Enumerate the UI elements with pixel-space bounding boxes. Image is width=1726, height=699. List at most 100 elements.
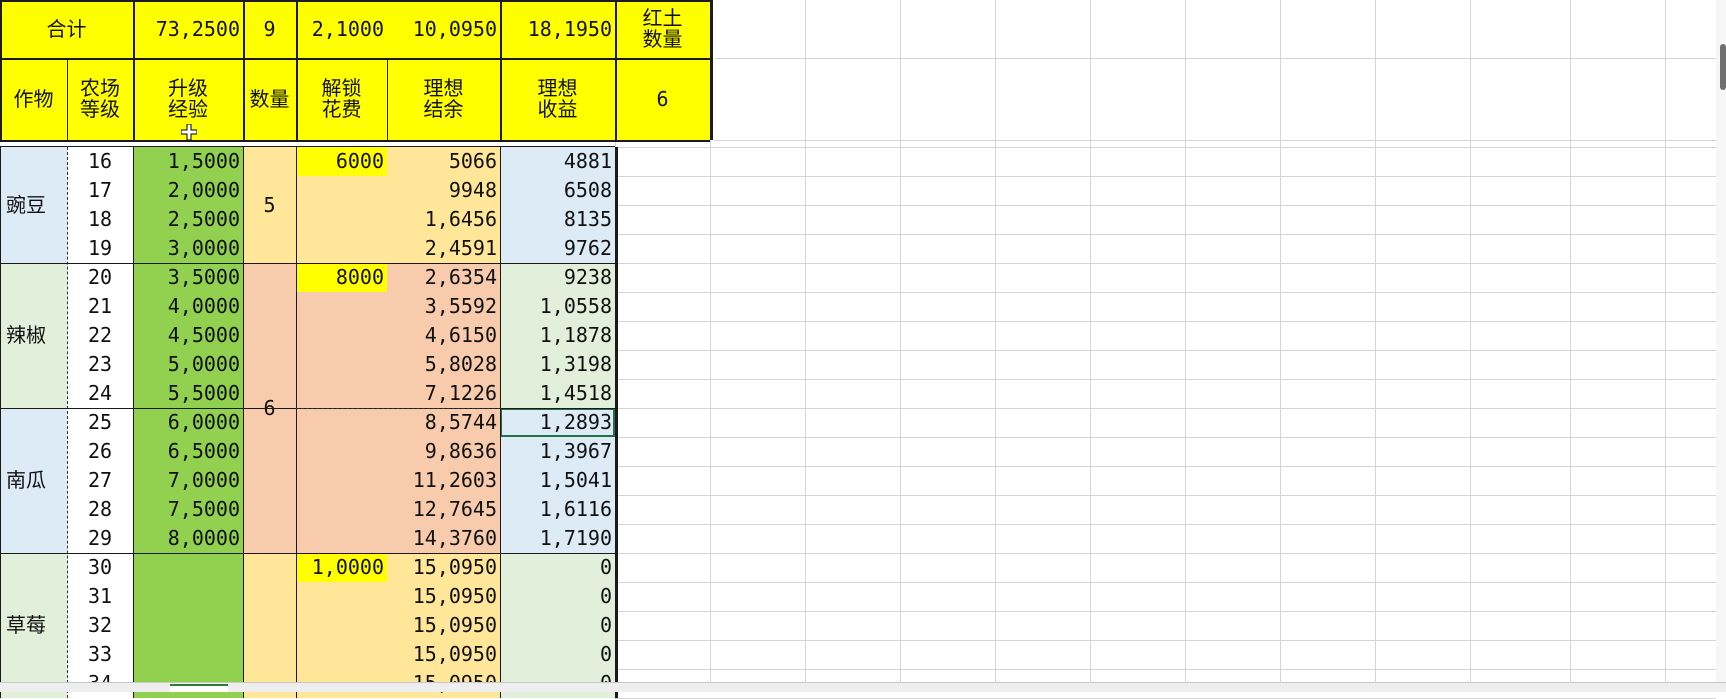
- farm-level-cell[interactable]: 17: [67, 176, 133, 205]
- farm-level-cell[interactable]: 19: [67, 234, 133, 263]
- vertical-scrollbar-track[interactable]: [1716, 0, 1726, 682]
- upgrade-exp-cell[interactable]: [133, 553, 243, 582]
- header-ideal-surplus[interactable]: 理想 结余: [387, 58, 500, 140]
- farm-level-cell[interactable]: 16: [67, 147, 133, 176]
- upgrade-exp-cell[interactable]: 5,0000: [133, 350, 243, 379]
- ideal-surplus-cell[interactable]: 7,1226: [387, 379, 500, 408]
- summary-unlock-total[interactable]: 2,1000: [296, 0, 387, 58]
- upgrade-exp-cell[interactable]: 7,0000: [133, 466, 243, 495]
- ideal-profit-cell[interactable]: 1,3967: [500, 437, 615, 466]
- farm-level-cell[interactable]: 18: [67, 205, 133, 234]
- unlock-cost-cell[interactable]: [296, 640, 387, 669]
- unlock-cost-cell[interactable]: [296, 379, 387, 408]
- farm-level-cell[interactable]: 30: [67, 553, 133, 582]
- ideal-profit-cell[interactable]: 0: [500, 611, 615, 640]
- header-farm-level[interactable]: 农场 等级: [67, 58, 133, 140]
- summary-profit-total[interactable]: 18,1950: [500, 0, 615, 58]
- unlock-cost-cell[interactable]: [296, 321, 387, 350]
- quantity-cell[interactable]: [243, 553, 296, 698]
- ideal-profit-cell[interactable]: 1,1878: [500, 321, 615, 350]
- farm-level-cell[interactable]: 21: [67, 292, 133, 321]
- summary-surplus-total[interactable]: 10,0950: [387, 0, 500, 58]
- ideal-surplus-cell[interactable]: 14,3760: [387, 524, 500, 553]
- ideal-profit-cell[interactable]: 0: [500, 582, 615, 611]
- vertical-scrollbar-thumb[interactable]: [1720, 44, 1726, 90]
- crop-name[interactable]: 豌豆: [0, 147, 67, 263]
- farm-level-cell[interactable]: 20: [67, 263, 133, 292]
- farm-level-cell[interactable]: 33: [67, 640, 133, 669]
- unlock-cost-cell[interactable]: [296, 495, 387, 524]
- ideal-profit-cell[interactable]: 1,0558: [500, 292, 615, 321]
- ideal-profit-cell[interactable]: 1,7190: [500, 524, 615, 553]
- upgrade-exp-cell[interactable]: 3,5000: [133, 263, 243, 292]
- unlock-cost-cell[interactable]: [296, 408, 387, 437]
- upgrade-exp-cell[interactable]: 8,0000: [133, 524, 243, 553]
- summary-exp-total[interactable]: 73,2500: [133, 0, 243, 58]
- unlock-cost-cell[interactable]: 1,0000: [296, 553, 387, 582]
- farm-level-cell[interactable]: 24: [67, 379, 133, 408]
- farm-level-cell[interactable]: 32: [67, 611, 133, 640]
- quantity-cell[interactable]: 5: [243, 147, 296, 263]
- ideal-surplus-cell[interactable]: 5,8028: [387, 350, 500, 379]
- ideal-surplus-cell[interactable]: 11,2603: [387, 466, 500, 495]
- ideal-surplus-cell[interactable]: 15,0950: [387, 611, 500, 640]
- unlock-cost-cell[interactable]: [296, 582, 387, 611]
- ideal-profit-cell[interactable]: 6508: [500, 176, 615, 205]
- upgrade-exp-cell[interactable]: 4,0000: [133, 292, 243, 321]
- upgrade-exp-cell[interactable]: 2,5000: [133, 205, 243, 234]
- unlock-cost-cell[interactable]: [296, 437, 387, 466]
- crop-name[interactable]: 草莓: [0, 553, 67, 698]
- sheet-tab-active[interactable]: [170, 684, 228, 692]
- unlock-cost-cell[interactable]: [296, 176, 387, 205]
- upgrade-exp-cell[interactable]: [133, 611, 243, 640]
- ideal-surplus-cell[interactable]: 1,6456: [387, 205, 500, 234]
- summary-count-total[interactable]: 9: [243, 0, 296, 58]
- ideal-surplus-cell[interactable]: 15,0950: [387, 582, 500, 611]
- ideal-profit-cell[interactable]: 9238: [500, 263, 615, 292]
- upgrade-exp-cell[interactable]: 6,5000: [133, 437, 243, 466]
- ideal-profit-cell[interactable]: 1,6116: [500, 495, 615, 524]
- header-crop[interactable]: 作物: [0, 58, 67, 140]
- farm-level-cell[interactable]: 29: [67, 524, 133, 553]
- spreadsheet-grid[interactable]: 合计 73,2500 9 2,1000 10,0950 18,1950 红土 数量作物 农场 …: [0, 0, 1726, 699]
- ideal-surplus-cell[interactable]: 4,6150: [387, 321, 500, 350]
- ideal-surplus-cell[interactable]: 9,8636: [387, 437, 500, 466]
- unlock-cost-cell[interactable]: 6000: [296, 147, 387, 176]
- crop-name[interactable]: 南瓜: [0, 408, 67, 553]
- ideal-surplus-cell[interactable]: 2,4591: [387, 234, 500, 263]
- summary-total-label[interactable]: 合计: [0, 0, 133, 58]
- crop-name[interactable]: 辣椒: [0, 263, 67, 408]
- ideal-surplus-cell[interactable]: 2,6354: [387, 263, 500, 292]
- upgrade-exp-cell[interactable]: 2,0000: [133, 176, 243, 205]
- red-soil-label[interactable]: 红土 数量: [615, 0, 710, 58]
- unlock-cost-cell[interactable]: [296, 466, 387, 495]
- ideal-surplus-cell[interactable]: 9948: [387, 176, 500, 205]
- farm-level-cell[interactable]: 26: [67, 437, 133, 466]
- ideal-surplus-cell[interactable]: 3,5592: [387, 292, 500, 321]
- ideal-surplus-cell[interactable]: 15,0950: [387, 553, 500, 582]
- ideal-profit-cell[interactable]: 1,3198: [500, 350, 615, 379]
- ideal-surplus-cell[interactable]: 5066: [387, 147, 500, 176]
- ideal-profit-cell[interactable]: 4881: [500, 147, 615, 176]
- farm-level-cell[interactable]: 22: [67, 321, 133, 350]
- ideal-profit-cell[interactable]: 0: [500, 553, 615, 582]
- ideal-profit-cell[interactable]: 0: [500, 640, 615, 669]
- ideal-surplus-cell[interactable]: 12,7645: [387, 495, 500, 524]
- red-soil-count[interactable]: 6: [615, 58, 710, 140]
- upgrade-exp-cell[interactable]: 5,5000: [133, 379, 243, 408]
- ideal-surplus-cell[interactable]: 8,5744: [387, 408, 500, 437]
- ideal-profit-cell[interactable]: 1,4518: [500, 379, 615, 408]
- ideal-profit-cell[interactable]: 1,2893: [500, 408, 615, 437]
- unlock-cost-cell[interactable]: [296, 350, 387, 379]
- upgrade-exp-cell[interactable]: 1,5000: [133, 147, 243, 176]
- farm-level-cell[interactable]: 28: [67, 495, 133, 524]
- upgrade-exp-cell[interactable]: 4,5000: [133, 321, 243, 350]
- unlock-cost-cell[interactable]: [296, 292, 387, 321]
- ideal-profit-cell[interactable]: 1,5041: [500, 466, 615, 495]
- ideal-profit-cell[interactable]: 9762: [500, 234, 615, 263]
- upgrade-exp-cell[interactable]: [133, 582, 243, 611]
- ideal-surplus-cell[interactable]: 15,0950: [387, 640, 500, 669]
- unlock-cost-cell[interactable]: [296, 205, 387, 234]
- header-ideal-profit[interactable]: 理想 收益: [500, 58, 615, 140]
- header-quantity[interactable]: 数量: [243, 58, 296, 140]
